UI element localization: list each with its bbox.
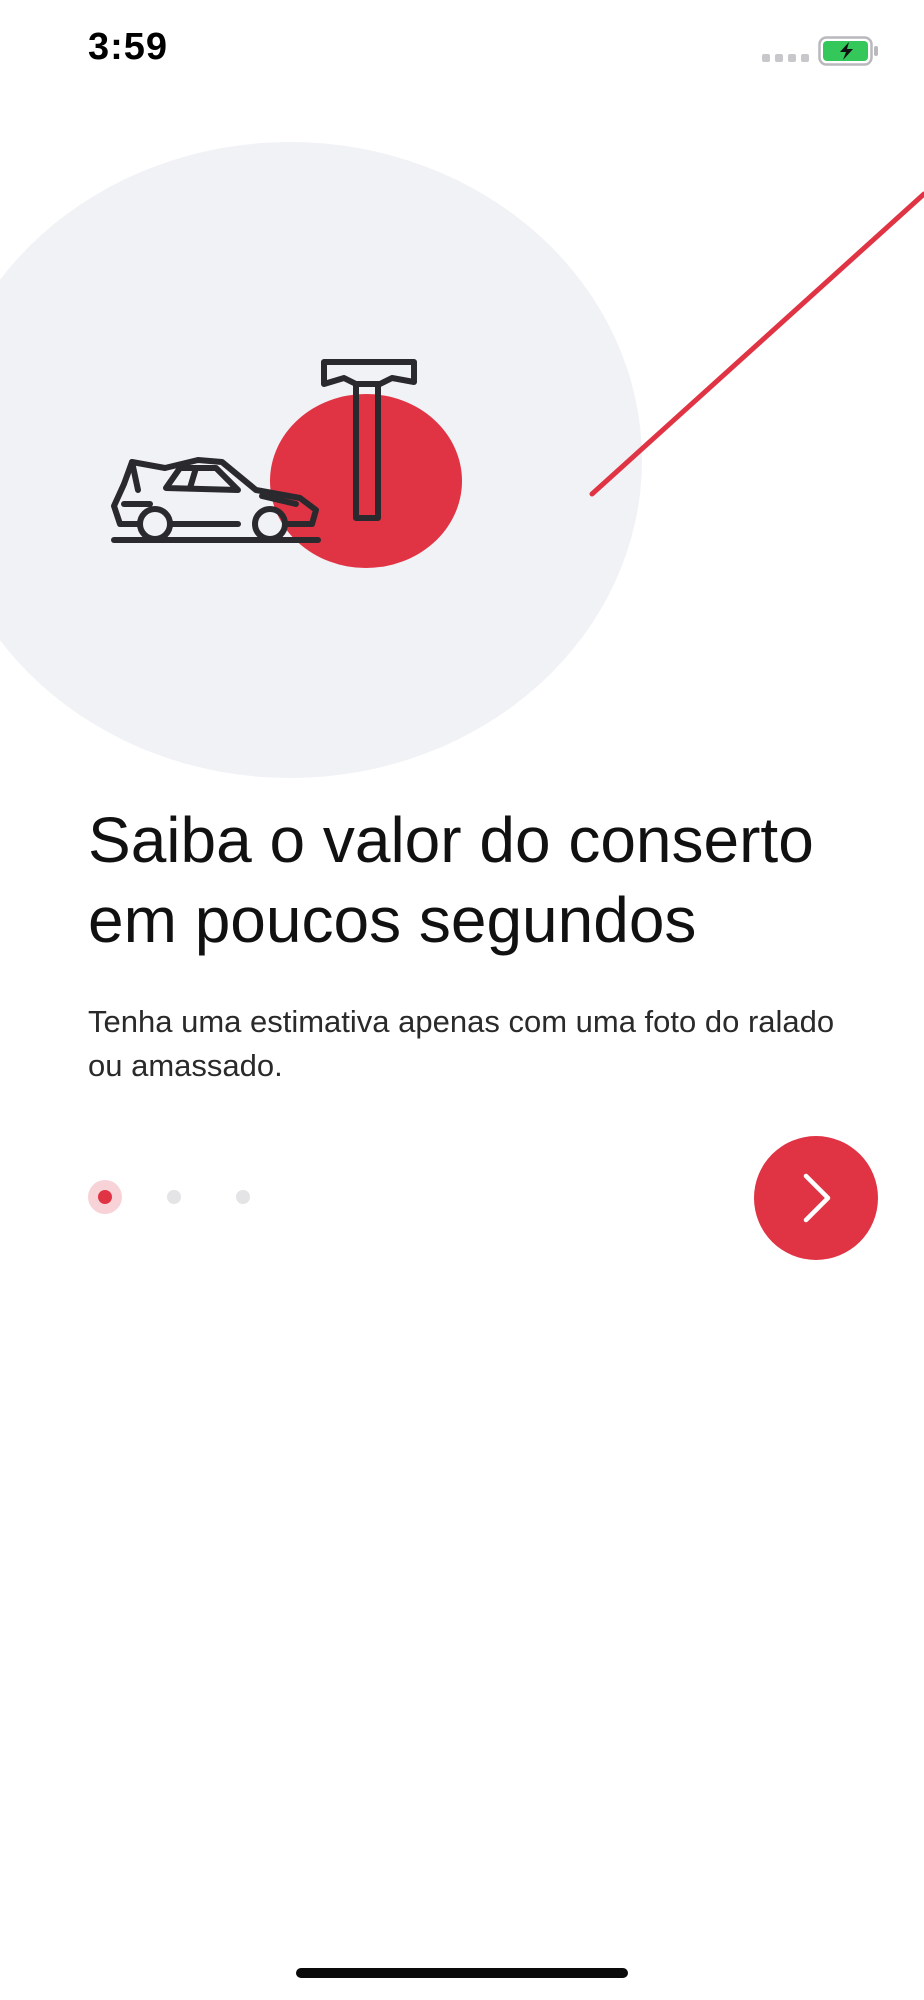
status-bar: 3:59 [0,0,924,110]
page-dot-2[interactable] [167,1190,181,1204]
status-time: 3:59 [88,26,169,68]
chevron-right-icon [803,1173,831,1223]
page-dot-1-active[interactable] [88,1180,122,1214]
next-button[interactable] [754,1136,878,1260]
onboarding-headline: Saiba o valor do conserto em poucos segu… [88,804,814,956]
page-indicator [88,1180,288,1214]
signal-dots-icon [762,54,809,62]
home-indicator[interactable] [296,1968,628,1978]
onboarding-description: Tenha uma estimativa apenas com uma foto… [88,1004,835,1083]
page-dot-3[interactable] [236,1190,250,1204]
battery-charging-icon [818,36,878,66]
decorative-line [589,191,924,497]
car-repair-hammer-illustration [0,142,924,778]
